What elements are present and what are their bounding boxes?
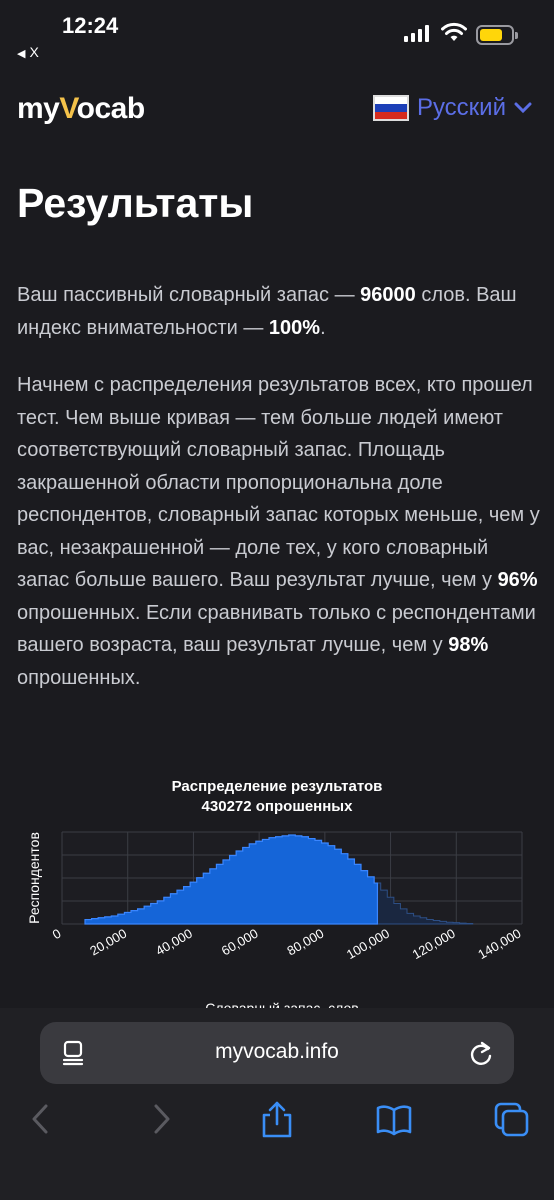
attention-index-value: 100%: [268, 316, 321, 339]
url-text: myvocab.info: [215, 1040, 339, 1063]
logo-v-mark: V: [59, 92, 77, 125]
x-tick-label: 120,000: [410, 926, 458, 962]
wifi-icon: [441, 22, 467, 41]
x-tick-label: 40,000: [153, 926, 195, 959]
forward-arrow-icon[interactable]: [148, 1100, 174, 1138]
bookmarks-icon[interactable]: [374, 1100, 414, 1140]
share-icon[interactable]: [258, 1100, 296, 1140]
cellular-signal-icon: [404, 24, 430, 42]
russian-flag-icon: [372, 95, 409, 121]
y-axis-label: Респондентов: [26, 832, 42, 924]
tabs-icon[interactable]: [492, 1100, 532, 1140]
explanation-text-3: опрошенных.: [17, 666, 141, 689]
clock: 12:24: [62, 13, 119, 38]
x-tick-label: 100,000: [344, 926, 392, 962]
battery-icon: [476, 25, 518, 45]
back-to-app-link[interactable]: ◀ X: [17, 44, 39, 60]
logo-prefix: my: [17, 92, 60, 125]
back-app-label: X: [29, 44, 39, 60]
x-tick-label: 0: [50, 926, 64, 943]
summary-text-1: Ваш пассивный словарный запас —: [17, 284, 361, 306]
page-title: Результаты: [17, 180, 254, 226]
explanation-paragraph: Начнем с распределения результатов всех,…: [17, 369, 542, 694]
logo-suffix: ocab: [76, 92, 146, 125]
distribution-chart: 0 20,000 40,000 60,000 80,000 100,000 120,000 1…: [26, 831, 524, 1008]
explanation-text-1: Начнем с распределения результатов всех,…: [17, 374, 540, 591]
back-arrow-icon[interactable]: [28, 1100, 54, 1138]
x-tick-label: 80,000: [284, 926, 326, 959]
summary-text-3: .: [320, 316, 326, 339]
language-label: Русский: [416, 94, 506, 121]
address-bar[interactable]: myvocab.info: [40, 1022, 514, 1084]
x-axis-label: Словарный запас, слов: [205, 1000, 358, 1008]
x-tick-label: 140,000: [475, 926, 523, 962]
x-tick-label: 20,000: [87, 926, 129, 959]
reload-icon[interactable]: [468, 1039, 494, 1067]
percentile-all-value: 96%: [497, 569, 538, 591]
site-logo[interactable]: myVocab: [17, 92, 145, 126]
x-tick-label: 60,000: [219, 926, 261, 959]
chart-title: Распределение результатов: [171, 778, 383, 795]
percentile-age-value: 98%: [448, 634, 489, 656]
chart-subtitle: 430272 опрошенных: [201, 798, 353, 815]
summary-paragraph: Ваш пассивный словарный запас — 96000 сл…: [17, 279, 542, 344]
language-selector[interactable]: Русский: [372, 94, 532, 122]
chart-heading: Распределение результатов 430272 опрошен…: [0, 777, 554, 817]
status-bar: 12:24 ◀ X: [0, 0, 554, 66]
back-triangle-icon: ◀: [17, 48, 26, 60]
vocab-size-value: 96000: [360, 284, 416, 306]
chevron-down-icon: [514, 102, 532, 114]
